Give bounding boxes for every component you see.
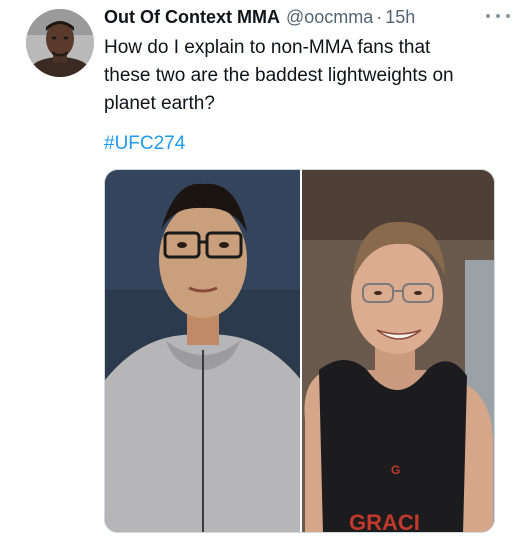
avatar-photo [26, 9, 94, 77]
shirt-logo: G [391, 463, 400, 477]
more-dot [486, 14, 490, 18]
more-options-icon[interactable] [486, 9, 510, 23]
timestamp[interactable]: 15h [385, 7, 415, 28]
tweet-media[interactable]: G GRACI [104, 169, 495, 533]
left-photo [105, 170, 301, 532]
more-dot [496, 14, 500, 18]
tweet-text: How do I explain to non-MMA fans that th… [104, 37, 454, 114]
hashtag-link[interactable]: #UFC274 [104, 133, 185, 155]
tweet-body: Out Of Context MMA @oocmma · 15h How do … [104, 7, 510, 118]
more-dot [506, 14, 510, 18]
shirt-text: GRACI [349, 510, 420, 533]
tweet-header: Out Of Context MMA @oocmma · 15h [104, 7, 508, 28]
handle[interactable]: @oocmma [286, 7, 373, 28]
display-name[interactable]: Out Of Context MMA [104, 7, 280, 28]
separator-dot: · [376, 7, 383, 27]
right-photo: G GRACI [301, 170, 494, 533]
avatar[interactable] [26, 9, 94, 77]
